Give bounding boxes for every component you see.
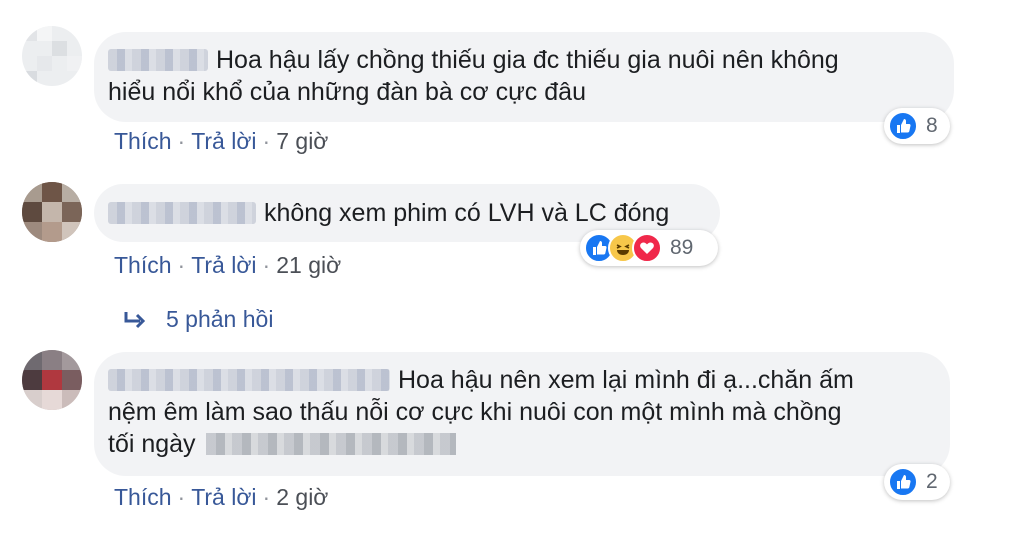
separator-dot: · <box>262 252 271 278</box>
separator-dot: · <box>177 252 186 278</box>
like-link[interactable]: Thích <box>114 252 172 278</box>
reply-arrow-icon <box>124 311 146 328</box>
timestamp[interactable]: 7 giờ <box>276 128 328 154</box>
commenter-name[interactable] <box>108 49 208 71</box>
love-icon <box>632 233 662 263</box>
separator-dot: · <box>177 484 186 510</box>
reply-link[interactable]: Trả lời <box>191 252 256 278</box>
comment-bubble: Hoa hậu nên xem lại mình đi ạ...chăn ấm … <box>94 352 950 476</box>
comment-bubble: Hoa hậu lấy chồng thiếu gia đc thiếu gia… <box>94 32 954 122</box>
separator-dot: · <box>177 128 186 154</box>
avatar[interactable] <box>22 350 82 410</box>
like-icon <box>888 467 918 497</box>
timestamp[interactable]: 21 giờ <box>276 252 341 278</box>
comment-actions: Thích · Trả lời · 2 giờ <box>114 484 328 511</box>
reaction-count: 89 <box>670 236 694 259</box>
separator-dot: · <box>262 128 271 154</box>
reaction-count: 2 <box>926 470 938 493</box>
reaction-count: 8 <box>926 114 938 137</box>
view-replies-link[interactable]: 5 phản hồi <box>122 306 273 333</box>
comment-text: Hoa hậu nên xem lại mình đi ạ...chăn ấm <box>398 366 854 394</box>
reply-link[interactable]: Trả lời <box>191 484 256 510</box>
separator-dot: · <box>262 484 271 510</box>
comment-text: hiểu nổi khổ của những đàn bà cơ cực đâu <box>108 78 586 106</box>
avatar[interactable] <box>22 182 82 242</box>
comment-actions: Thích · Trả lời · 7 giờ <box>114 128 328 155</box>
reaction-summary[interactable]: 2 <box>884 464 950 500</box>
comment-text: nệm êm làm sao thấu nỗi cơ cực khi nuôi … <box>108 398 842 426</box>
commenter-name[interactable] <box>108 202 256 224</box>
commenter-name[interactable] <box>108 369 390 391</box>
like-link[interactable]: Thích <box>114 484 172 510</box>
like-link[interactable]: Thích <box>114 128 172 154</box>
reaction-summary[interactable]: 89 <box>580 230 718 266</box>
reaction-summary[interactable]: 8 <box>884 108 950 144</box>
comment-actions: Thích · Trả lời · 21 giờ <box>114 252 341 279</box>
replies-count[interactable]: 5 phản hồi <box>166 306 273 333</box>
avatar[interactable] <box>22 26 82 86</box>
comment-text: tối ngày <box>108 430 196 458</box>
timestamp[interactable]: 2 giờ <box>276 484 328 510</box>
comment-text: không xem phim có LVH và LC đóng <box>264 199 670 227</box>
comment-text: Hoa hậu lấy chồng thiếu gia đc thiếu gia… <box>216 46 839 74</box>
like-icon <box>888 111 918 141</box>
reply-link[interactable]: Trả lời <box>191 128 256 154</box>
redacted-text <box>205 433 456 455</box>
